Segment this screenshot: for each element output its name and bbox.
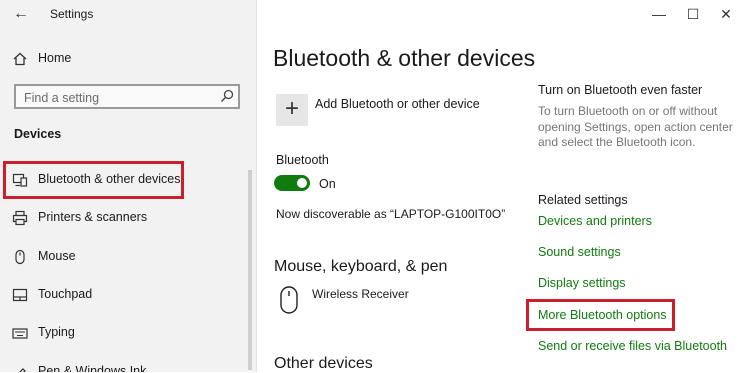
sidebar-item-mouse[interactable]: Mouse: [0, 241, 256, 273]
sidebar-item-pen[interactable]: Pen & Windows Ink: [0, 356, 256, 372]
sidebar-item-label: Pen & Windows Ink: [38, 364, 147, 372]
add-device-label[interactable]: Add Bluetooth or other device: [315, 97, 480, 111]
maximize-button[interactable]: ☐: [679, 4, 707, 24]
mouse-keyboard-pen-heading: Mouse, keyboard, & pen: [274, 258, 448, 275]
search-icon[interactable]: [220, 89, 234, 103]
back-button[interactable]: ←: [10, 4, 32, 24]
sidebar-section-heading: Devices: [14, 127, 62, 141]
faster-heading: Turn on Bluetooth even faster: [538, 83, 703, 97]
toggle-knob: [297, 178, 307, 188]
plus-icon: +: [284, 95, 299, 122]
highlight-box-bluetooth: [3, 161, 184, 199]
discoverable-status: Now discoverable as “LAPTOP-G100IT0O”: [276, 207, 506, 221]
keyboard-icon: [12, 328, 28, 339]
close-button[interactable]: ✕: [712, 4, 740, 24]
search-input[interactable]: [22, 88, 206, 107]
bluetooth-toggle-state: On: [319, 177, 336, 191]
page-title: Bluetooth & other devices: [273, 45, 536, 71]
printer-icon: [12, 210, 28, 226]
highlight-box-more-bluetooth: [526, 299, 675, 331]
bluetooth-label: Bluetooth: [276, 153, 329, 167]
touchpad-icon: [12, 288, 28, 302]
minimize-button[interactable]: —: [645, 4, 673, 24]
other-devices-heading: Other devices: [274, 355, 373, 372]
sidebar-scrollbar[interactable]: [248, 170, 252, 370]
sidebar-item-label: Printers & scanners: [38, 210, 148, 224]
mouse-device-icon: [280, 286, 298, 314]
sidebar-item-label: Touchpad: [38, 287, 93, 301]
device-name[interactable]: Wireless Receiver: [312, 287, 409, 301]
sidebar-item-printers[interactable]: Printers & scanners: [0, 202, 256, 234]
faster-description: To turn Bluetooth on or off without open…: [538, 104, 733, 149]
app-title: Settings: [50, 7, 94, 21]
bluetooth-toggle[interactable]: [274, 175, 310, 191]
sidebar-item-label: Home: [38, 51, 72, 65]
sidebar-item-label: Typing: [38, 325, 75, 339]
related-settings-heading: Related settings: [538, 193, 628, 207]
sidebar-item-typing[interactable]: Typing: [0, 317, 256, 349]
sidebar-item-home[interactable]: Home: [0, 43, 256, 75]
add-device-button[interactable]: +: [276, 94, 308, 126]
sidebar-item-touchpad[interactable]: Touchpad: [0, 279, 256, 311]
home-icon: [13, 52, 27, 66]
link-devices-and-printers[interactable]: Devices and printers: [538, 214, 652, 228]
pen-icon: [19, 368, 26, 372]
search-box[interactable]: [14, 84, 240, 109]
link-send-receive-files[interactable]: Send or receive files via Bluetooth: [538, 339, 727, 353]
link-sound-settings[interactable]: Sound settings: [538, 245, 621, 259]
mouse-icon: [15, 249, 25, 265]
link-display-settings[interactable]: Display settings: [538, 276, 626, 290]
sidebar-item-label: Mouse: [38, 249, 76, 263]
